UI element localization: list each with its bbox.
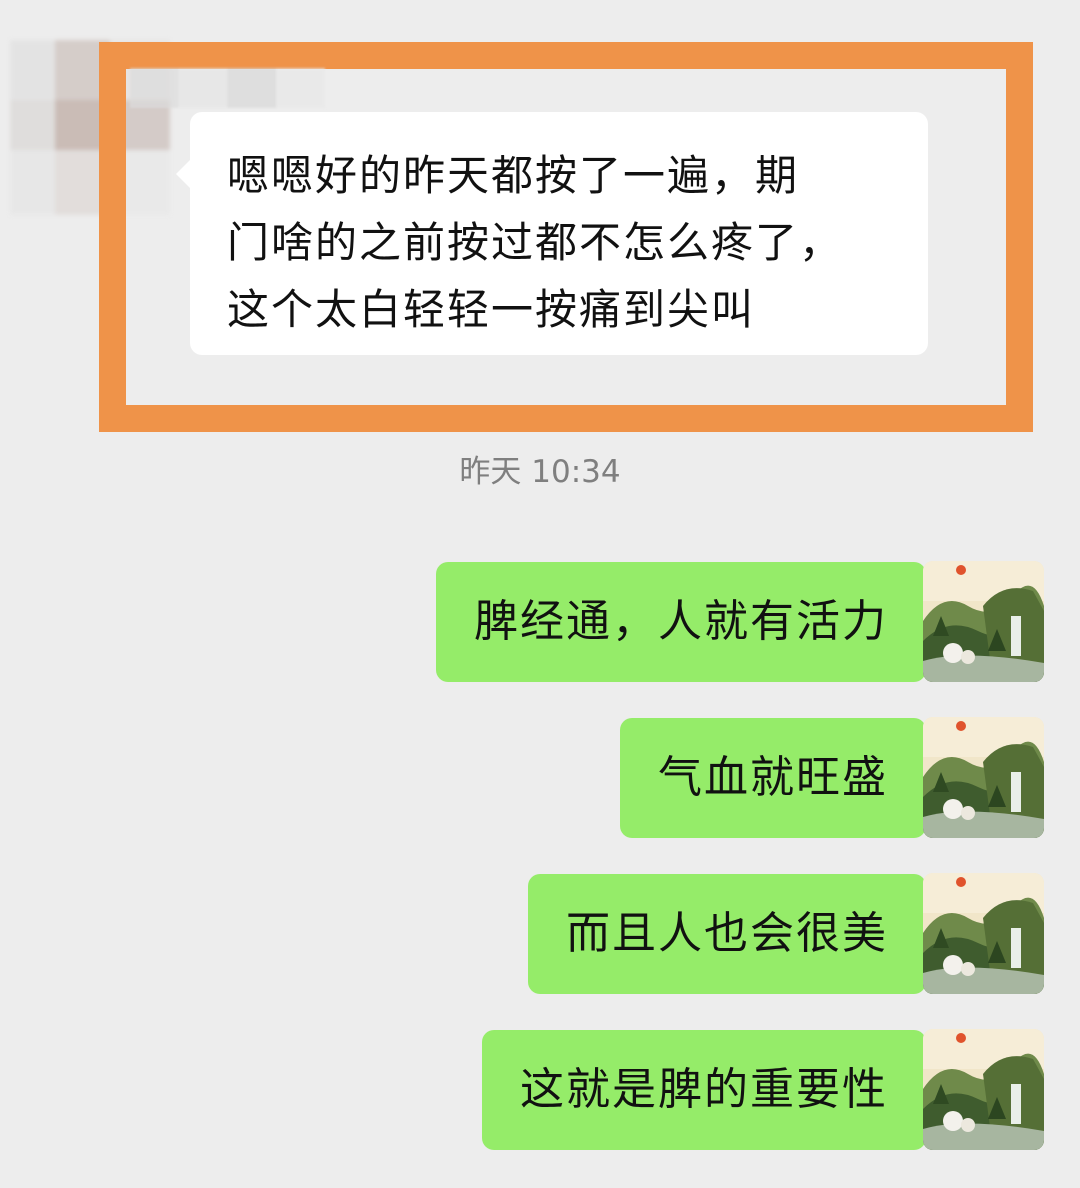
- outgoing-message-bubble[interactable]: 这就是脾的重要性: [482, 1030, 940, 1150]
- self-avatar[interactable]: [923, 561, 1044, 682]
- message-line: 门啥的之前按过都不怎么疼了，: [227, 218, 844, 267]
- message-line: 这个太白轻轻一按痛到尖叫: [227, 285, 756, 334]
- outgoing-message-bubble[interactable]: 脾经通，人就有活力: [436, 562, 940, 682]
- message-line: 嗯嗯好的昨天都按了一遍，期: [227, 151, 800, 200]
- landscape-painting-icon: [923, 717, 1044, 838]
- message-timestamp: 昨天 10:34: [459, 454, 621, 490]
- sender-name-blurred: [130, 68, 325, 108]
- landscape-painting-icon: [923, 1029, 1044, 1150]
- outgoing-message-bubble[interactable]: 而且人也会很美: [528, 874, 940, 994]
- self-avatar[interactable]: [923, 1029, 1044, 1150]
- outgoing-message-bubble[interactable]: 气血就旺盛: [620, 718, 940, 838]
- incoming-message-bubble[interactable]: 嗯嗯好的昨天都按了一遍，期 门啥的之前按过都不怎么疼了， 这个太白轻轻一按痛到尖…: [176, 112, 928, 355]
- landscape-painting-icon: [923, 561, 1044, 682]
- landscape-painting-icon: [923, 873, 1044, 994]
- self-avatar[interactable]: [923, 873, 1044, 994]
- self-avatar[interactable]: [923, 717, 1044, 838]
